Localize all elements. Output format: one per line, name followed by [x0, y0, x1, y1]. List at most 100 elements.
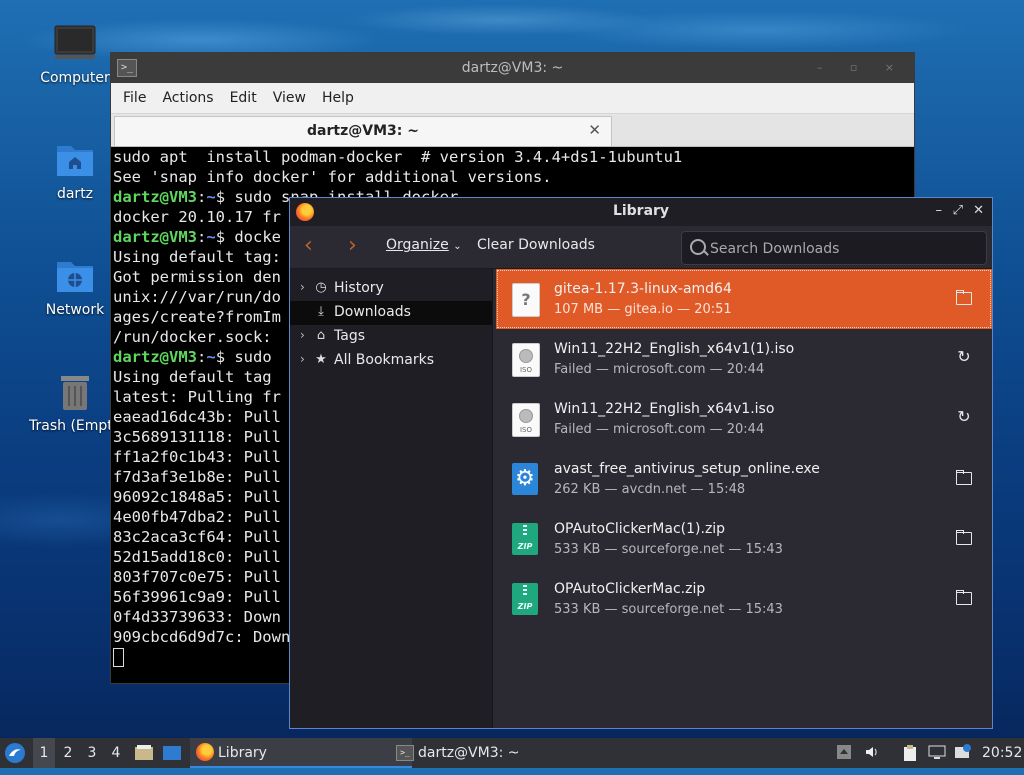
minimize-icon[interactable]: – [936, 203, 943, 218]
maximize-icon[interactable]: ⤢ [953, 203, 963, 218]
prompt-command: $ sudo [215, 348, 272, 366]
iso-file-icon [512, 343, 540, 377]
terminal-cursor [113, 648, 124, 667]
chevron-right-icon[interactable]: › [300, 328, 305, 342]
search-box[interactable] [681, 231, 987, 265]
volume-icon[interactable] [864, 744, 880, 760]
download-row[interactable]: avast_free_antivirus_setup_online.exe 26… [496, 449, 992, 509]
file-manager-launcher[interactable] [134, 738, 154, 768]
chevron-right-icon[interactable]: › [300, 352, 305, 366]
close-icon[interactable]: ✕ [588, 121, 601, 139]
download-row[interactable]: OPAutoClickerMac.zip 533 KB — sourceforg… [496, 569, 992, 629]
zip-file-icon [512, 583, 538, 615]
firefox-icon [196, 743, 214, 761]
iso-file-icon [512, 403, 540, 437]
prompt-separator: : [197, 228, 207, 246]
tag-icon: ⌂ [316, 328, 326, 343]
folder-icon[interactable] [956, 529, 972, 545]
chevron-right-icon[interactable]: › [300, 280, 305, 294]
download-status: Failed — microsoft.com — 20:44 [554, 362, 765, 377]
file-manager-icon [135, 745, 153, 760]
download-filename: OPAutoClickerMac(1).zip [554, 521, 726, 537]
forward-button[interactable]: › [348, 233, 357, 258]
library-window[interactable]: Library – ⤢ ✕ ‹ › Organize ⌄ Clear Downl… [289, 197, 993, 729]
sidebar-item-downloads[interactable]: ⤓ Downloads [290, 301, 492, 325]
prompt-user: dartz@VM3 [113, 348, 197, 366]
download-row[interactable]: Win11_22H2_English_x64v1.iso Failed — mi… [496, 389, 992, 449]
download-row[interactable]: Win11_22H2_English_x64v1(1).iso Failed —… [496, 329, 992, 389]
search-input[interactable] [708, 238, 972, 260]
terminal-line: sudo apt install podman-docker # version… [113, 148, 683, 166]
task-label: Library [218, 745, 267, 761]
terminal-menubar: File Actions Edit View Help [111, 83, 914, 114]
folder-icon[interactable] [956, 469, 972, 485]
menu-edit[interactable]: Edit [222, 90, 265, 106]
library-titlebar[interactable]: Library – ⤢ ✕ [290, 198, 992, 226]
clipboard-icon[interactable] [902, 744, 918, 761]
unknown-file-icon [512, 283, 540, 317]
search-icon [690, 239, 706, 255]
download-filename: Win11_22H2_English_x64v1.iso [554, 401, 775, 417]
chevron-down-icon: ⌄ [453, 241, 462, 252]
sidebar-item-tags[interactable]: › ⌂ Tags [290, 325, 492, 349]
sidebar-item-history[interactable]: › ◷ History [290, 277, 492, 301]
menu-file[interactable]: File [115, 90, 154, 106]
workspace-4-button[interactable]: 4 [105, 738, 127, 768]
zip-file-icon [512, 523, 538, 555]
desktop-icon-network[interactable]: Network [29, 256, 121, 318]
show-desktop-button[interactable] [162, 738, 184, 768]
folder-icon[interactable] [956, 289, 972, 305]
desktop-icon-label: Network [45, 302, 105, 318]
back-button[interactable]: ‹ [304, 233, 313, 258]
clear-downloads-button[interactable]: Clear Downloads [477, 237, 595, 253]
retry-icon[interactable]: ↻ [956, 409, 972, 425]
library-sidebar: › ◷ History ⤓ Downloads › ⌂ Tags › ★ All… [290, 269, 493, 728]
folder-icon[interactable] [956, 589, 972, 605]
download-row[interactable]: gitea-1.17.3-linux-amd64 107 MB — gitea.… [496, 269, 992, 329]
desktop-icon-trash[interactable]: Trash (Empt [29, 372, 121, 434]
terminal-titlebar[interactable]: >_ dartz@VM3: ~ – ▫ × [111, 53, 914, 83]
computer-icon [53, 24, 97, 64]
prompt-path: ~ [206, 348, 216, 366]
desktop-icon [163, 746, 181, 760]
download-status: 533 KB — sourceforge.net — 15:43 [554, 542, 783, 557]
sidebar-item-label: History [334, 280, 384, 296]
terminal-tab[interactable]: dartz@VM3: ~ ✕ [114, 116, 612, 146]
taskbar-task-terminal[interactable]: >_ dartz@VM3: ~ [390, 738, 612, 768]
download-filename: gitea-1.17.3-linux-amd64 [554, 281, 732, 297]
sidebar-item-all-bookmarks[interactable]: › ★ All Bookmarks [290, 349, 492, 373]
lubuntu-logo-icon [5, 743, 25, 763]
scroll-up-icon[interactable] [836, 744, 852, 760]
network-icon[interactable] [928, 744, 946, 760]
retry-icon[interactable]: ↻ [956, 349, 972, 365]
start-menu-button[interactable] [4, 738, 30, 768]
terminal-tab-label: dartz@VM3: ~ [307, 123, 419, 139]
prompt-separator: : [197, 348, 207, 366]
workspace-2-button[interactable]: 2 [57, 738, 79, 768]
terminal-tabbar: dartz@VM3: ~ ✕ [111, 114, 914, 147]
download-icon: ⤓ [318, 304, 324, 319]
prompt-user: dartz@VM3 [113, 228, 197, 246]
update-notification-icon[interactable] [954, 744, 971, 760]
library-title: Library [612, 203, 670, 219]
trash-icon [53, 372, 97, 412]
clock[interactable]: 20:52 [982, 738, 1022, 768]
taskbar-task-library[interactable]: Library [190, 738, 412, 768]
exe-file-icon [512, 463, 538, 495]
sidebar-item-label: Downloads [334, 304, 411, 320]
desktop-icon-computer[interactable]: Computer [29, 24, 121, 86]
downloads-list: gitea-1.17.3-linux-amd64 107 MB — gitea.… [496, 269, 992, 728]
menu-view[interactable]: View [265, 90, 314, 106]
organize-button[interactable]: Organize ⌄ [386, 237, 462, 253]
download-row[interactable]: OPAutoClickerMac(1).zip 533 KB — sourcef… [496, 509, 992, 569]
terminal-window-controls[interactable]: – ▫ × [817, 61, 906, 74]
desktop-icon-dartz[interactable]: dartz [29, 140, 121, 202]
organize-label: Organize [386, 237, 449, 253]
workspace-1-button[interactable]: 1 [33, 738, 55, 768]
workspace-3-button[interactable]: 3 [81, 738, 103, 768]
menu-actions[interactable]: Actions [154, 90, 221, 106]
menu-help[interactable]: Help [314, 90, 362, 106]
prompt-path: ~ [206, 228, 216, 246]
terminal-title: dartz@VM3: ~ [461, 60, 564, 76]
close-icon[interactable]: ✕ [973, 203, 984, 218]
